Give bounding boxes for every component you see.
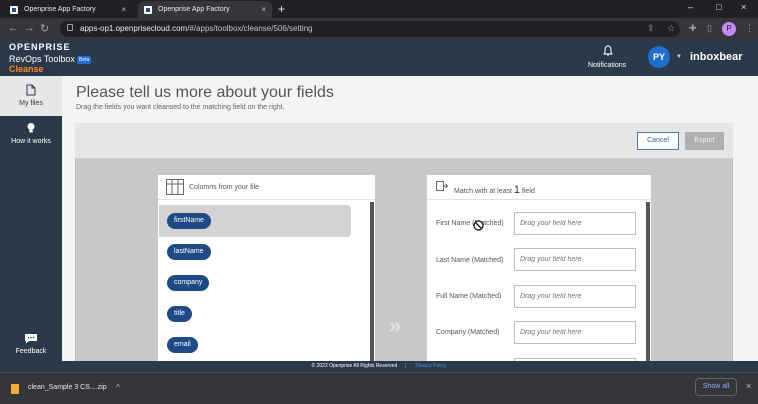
page-subtitle: Drag the fields you want cleansed to the… xyxy=(76,104,285,111)
match-scrollbar[interactable] xyxy=(646,202,650,361)
columns-panel xyxy=(158,175,375,361)
notifications-label[interactable]: Notifications xyxy=(588,62,626,69)
not-allowed-cursor-icon xyxy=(473,220,484,231)
back-arrow-icon[interactable]: ← xyxy=(8,22,19,34)
workspace-toolbar xyxy=(75,123,733,159)
url-text: apps-op1.openprisecloud.com/#/apps/toolb… xyxy=(80,24,313,33)
drop-zone-first-name[interactable] xyxy=(514,212,636,235)
file-icon xyxy=(26,84,36,96)
new-tab-button[interactable]: + xyxy=(278,2,285,16)
columns-scrollbar[interactable] xyxy=(370,202,374,361)
field-chip[interactable]: email xyxy=(167,337,198,353)
openprise-favicon-icon xyxy=(10,5,18,14)
field-chip[interactable]: company xyxy=(167,275,210,291)
export-button[interactable]: Export xyxy=(685,132,724,150)
lightbulb-icon xyxy=(27,123,35,133)
sidebar xyxy=(0,76,62,361)
sidebar-item-my-files[interactable]: My files xyxy=(0,76,62,116)
show-all-button[interactable]: Show all xyxy=(695,378,737,396)
feedback-button[interactable]: Feedback xyxy=(0,333,62,361)
minimize-button[interactable]: – xyxy=(688,2,693,12)
username[interactable]: inboxbear xyxy=(690,51,743,63)
close-window-button[interactable]: × xyxy=(741,2,746,12)
match-field-label: Full Name (Matched) xyxy=(436,293,502,300)
field-chip[interactable]: firstName xyxy=(167,213,211,229)
sidebar-item-label: How it works xyxy=(11,138,51,145)
product-name: RevOps Toolbox xyxy=(9,54,75,64)
privacy-policy-link[interactable]: Privacy Policy xyxy=(415,363,446,369)
openprise-favicon-icon xyxy=(144,5,152,14)
match-field-label: Last Name (Matched) xyxy=(436,257,504,264)
download-bar xyxy=(0,372,758,404)
maximize-button[interactable]: □ xyxy=(716,2,721,12)
menu-kebab-icon[interactable]: ⋮ xyxy=(745,23,754,34)
match-field-label: Company (Matched) xyxy=(436,329,500,336)
double-chevron-right-icon: » xyxy=(389,313,402,338)
page-title: Please tell us more about your fields xyxy=(76,84,334,101)
share-icon[interactable]: ⇪ xyxy=(647,23,655,34)
sidepanel-icon[interactable]: ▯ xyxy=(707,23,712,34)
copyright-text: © 2022 Openprise All Rights Reserved xyxy=(311,363,398,369)
columns-panel-title: Columns from your file xyxy=(189,184,260,191)
tab-title: Openprise App Factory xyxy=(158,6,230,13)
sidebar-item-how-it-works[interactable]: How it works xyxy=(0,122,62,152)
match-field-label: First Name (Matched) xyxy=(436,220,504,227)
lock-icon xyxy=(67,24,73,31)
app-name: Cleanse xyxy=(9,64,44,74)
match-panel-title: Match with at least 1 field xyxy=(454,184,535,196)
bell-icon[interactable] xyxy=(602,45,614,57)
user-avatar[interactable]: PY xyxy=(648,46,670,68)
extensions-icon[interactable]: ✚ xyxy=(689,23,697,34)
feedback-label: Feedback xyxy=(15,348,47,355)
close-icon[interactable]: × xyxy=(746,381,751,391)
forward-arrow-icon[interactable]: → xyxy=(24,22,35,34)
chevron-down-icon[interactable]: ▼ xyxy=(676,54,682,60)
drop-zone-last-name[interactable] xyxy=(514,248,636,271)
chevron-up-icon[interactable]: ^ xyxy=(116,383,120,392)
drop-zone-full-name[interactable] xyxy=(514,285,636,308)
cancel-button[interactable]: Cancel xyxy=(637,132,679,150)
url-bar[interactable]: apps-op1.openprisecloud.com/#/apps/toolb… xyxy=(60,21,680,37)
footer-divider: | xyxy=(404,363,406,369)
brand-logo[interactable]: OPENPRISE xyxy=(9,42,71,52)
field-chip[interactable]: title xyxy=(167,306,192,322)
sidebar-item-label: My files xyxy=(19,100,43,107)
profile-avatar[interactable]: P xyxy=(722,22,736,36)
field-mapping-icon xyxy=(436,181,448,191)
tab-title: Openprise App Factory xyxy=(24,6,96,13)
download-file-name[interactable]: clean_Sample 3 CS....zip xyxy=(28,384,107,391)
beta-badge: Beta xyxy=(77,56,92,64)
drop-zone-company[interactable] xyxy=(514,321,636,344)
reload-icon[interactable]: ↻ xyxy=(40,22,49,35)
field-chip[interactable]: lastName xyxy=(167,244,211,260)
app-header xyxy=(0,40,758,76)
tab-close-icon[interactable]: × xyxy=(261,5,266,14)
tab-close-icon[interactable]: × xyxy=(121,5,126,14)
bookmark-star-icon[interactable]: ☆ xyxy=(667,23,675,34)
chat-bubble-icon xyxy=(25,334,37,344)
browser-tab-1[interactable]: Openprise App Factory × xyxy=(4,1,132,18)
table-icon xyxy=(166,179,184,195)
zip-file-icon xyxy=(11,384,19,394)
page-footer: © 2022 Openprise All Rights Reserved | P… xyxy=(0,361,758,372)
browser-tab-2[interactable]: Openprise App Factory × xyxy=(138,1,272,18)
